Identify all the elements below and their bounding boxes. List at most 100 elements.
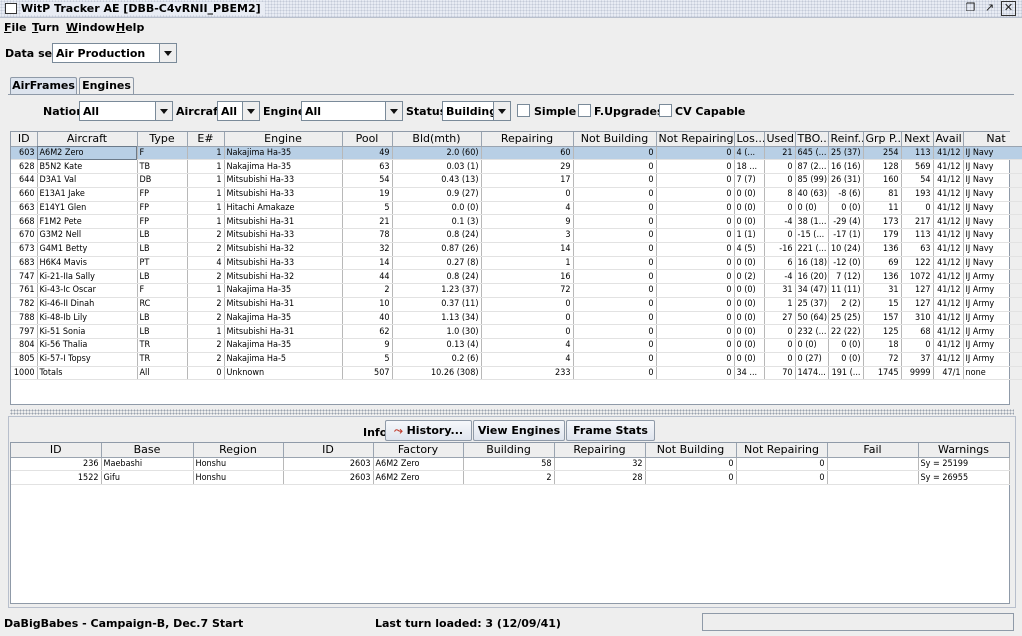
column-header[interactable]: Warnings [918,443,1010,458]
menu-turn[interactable]: Turn [32,21,59,34]
chevron-down-icon[interactable] [242,102,259,120]
table-cell: 221 (... [795,242,829,257]
table-row[interactable]: 747 Ki-21-IIa Sally LB 2 Mitsubishi Ha-32 44 0… [11,269,1022,284]
column-header[interactable]: Next [901,132,934,147]
restore-icon[interactable]: ❐ [963,1,978,16]
simple-checkbox[interactable] [517,104,530,117]
airframes-table-container[interactable]: ID Aircraft Type E# Engine Pool Bld(mth) Repair… [10,131,1022,405]
menu-help[interactable]: Help [116,21,144,34]
table-cell: 69 [863,256,902,271]
column-header[interactable]: Pool [342,132,393,147]
column-header[interactable]: Bld(mth) [392,132,482,147]
table-cell: 2 [187,338,225,353]
view-engines-button[interactable]: View Engines [473,420,565,441]
chevron-down-icon[interactable] [155,102,172,120]
column-header[interactable]: Not Building [573,132,657,147]
status-select[interactable]: Building [442,101,511,121]
column-header[interactable]: Avail [933,132,964,147]
info-table-container[interactable]: ID Base Region ID Factory Building Repairing No… [10,442,1010,604]
column-header[interactable]: Repairing [554,443,646,458]
table-cell: 0.1 (3) [392,214,482,229]
table-cell: 32 [554,457,646,472]
tab-engines[interactable]: Engines [79,77,134,94]
column-header[interactable]: Los... [734,132,765,147]
table-row[interactable]: 663 E14Y1 Glen FP 1 Hitachi Amakaze 5 0.0 (0) 4… [11,201,1022,216]
close-icon[interactable]: ✕ [1001,1,1016,16]
table-row[interactable]: 673 G4M1 Betty LB 2 Mitsubishi Ha-32 32 0.87 (… [11,242,1022,257]
table-cell: 0 (2) [734,269,765,284]
column-header[interactable]: Repairing [481,132,574,147]
column-header[interactable]: Grp P... [863,132,902,147]
maximize-icon[interactable]: ↗ [982,1,997,16]
column-header[interactable]: Region [193,443,284,458]
frame-stats-button[interactable]: Frame Stats [566,420,655,441]
table-row[interactable]: 782 Ki-46-II Dinah RC 2 Mitsubishi Ha-31 10 0.… [11,297,1022,312]
table-cell: -29 (4) [828,214,864,229]
table-row[interactable]: 628 B5N2 Kate TB 1 Nakajima Ha-35 63 0.03 (1) 2… [11,159,1022,174]
info-row[interactable]: 1522 Gifu Honshu 2603 A6M2 Zero 2 28 0 0 Sy = 269… [11,470,1010,485]
info-row[interactable]: 236 Maebashi Honshu 2603 A6M2 Zero 58 32 0 0 Sy =… [11,457,1010,472]
column-header[interactable]: Fail [827,443,919,458]
column-header[interactable]: Base [101,443,194,458]
table-cell: Ki-56 Thalia [37,338,138,353]
menu-window[interactable]: Window [66,21,115,34]
chevron-down-icon[interactable] [493,102,510,120]
table-cell: -8 (6) [828,187,864,202]
column-header[interactable]: Not Repairing [736,443,828,458]
chevron-down-icon[interactable] [159,44,176,62]
fupgrades-checkbox[interactable] [578,104,591,117]
table-row[interactable]: 670 G3M2 Nell LB 2 Mitsubishi Ha-33 78 0.8 (24… [11,228,1022,243]
column-header[interactable]: Engine [224,132,343,147]
column-header[interactable]: Used [764,132,796,147]
table-cell: 85 (99) [795,173,829,188]
nation-select[interactable]: All [79,101,173,121]
column-header[interactable]: Type [137,132,188,147]
table-cell: 0 (0) [734,283,765,298]
table-row[interactable]: 683 H6K4 Mavis PT 4 Mitsubishi Ha-33 14 0.27 (… [11,256,1022,271]
tab-airframes[interactable]: AirFrames [10,77,77,95]
table-cell: Mitsubishi Ha-33 [224,228,343,243]
cv-capable-checkbox[interactable] [659,104,672,117]
table-cell: 0 [573,311,657,326]
table-row[interactable]: 797 Ki-51 Sonia LB 1 Mitsubishi Ha-31 62 1.0 (… [11,324,1022,339]
table-cell: 41/12 [933,159,964,174]
history-button[interactable]: ⤳ History... [385,420,472,441]
column-header[interactable]: Building [463,443,555,458]
table-row[interactable]: 1000 Totals All 0 Unknown 507 10.26 (308) 233 0 0… [11,366,1022,381]
table-row[interactable]: 603 A6M2 Zero F 1 Nakajima Ha-35 49 2.0 (60) 60… [11,146,1022,161]
table-cell: 236 [11,457,102,472]
aircraft-select[interactable]: All [217,101,260,121]
table-cell: 1000 [11,366,38,381]
column-header[interactable]: ID [283,443,374,458]
column-header[interactable]: Nat [963,132,1022,147]
column-header[interactable]: TBO... [795,132,829,147]
column-header[interactable]: Factory [373,443,464,458]
column-header[interactable]: ID [11,443,102,458]
table-cell: 0 [764,173,796,188]
table-row[interactable]: 788 Ki-48-Ib Lily LB 2 Nakajima Ha-35 40 1.13 … [11,311,1022,326]
table-cell: 782 [11,297,38,312]
table-row[interactable]: 660 E13A1 Jake FP 1 Mitsubishi Ha-33 19 0.9 (2… [11,187,1022,202]
table-row[interactable]: 761 Ki-43-Ic Oscar F 1 Nakajima Ha-35 2 1.23 (… [11,283,1022,298]
splitter-handle[interactable] [10,409,1014,415]
column-header[interactable]: Not Building [645,443,737,458]
table-row[interactable]: 644 D3A1 Val DB 1 Mitsubishi Ha-33 54 0.43 (13… [11,173,1022,188]
table-row[interactable]: 805 Ki-57-I Topsy TR 2 Nakajima Ha-5 5 0.2 (6)… [11,352,1022,367]
table-cell: 0 (0) [734,324,765,339]
table-cell: 668 [11,214,38,229]
column-header[interactable]: ID [11,132,38,147]
dataset-select[interactable]: Air Production [52,43,177,63]
table-cell: 21 [764,146,796,161]
column-header[interactable]: Aircraft [37,132,138,147]
table-cell: 2 [187,242,225,257]
chevron-down-icon[interactable] [385,102,402,120]
table-cell: 0 (0) [795,201,829,216]
column-header[interactable]: Not Repairing [656,132,735,147]
menu-file[interactable]: File [4,21,27,34]
table-row[interactable]: 804 Ki-56 Thalia TR 2 Nakajima Ha-35 9 0.13 (4… [11,338,1022,353]
column-header[interactable]: E# [187,132,225,147]
table-row[interactable]: 668 F1M2 Pete FP 1 Mitsubishi Ha-31 21 0.1 (3)… [11,214,1022,229]
engine-select[interactable]: All [301,101,403,121]
column-header[interactable]: Reinf... [828,132,864,147]
title-bar: WitP Tracker AE [DBB-C4vRNII_PBEM2] ❐ ↗ … [0,0,1022,18]
